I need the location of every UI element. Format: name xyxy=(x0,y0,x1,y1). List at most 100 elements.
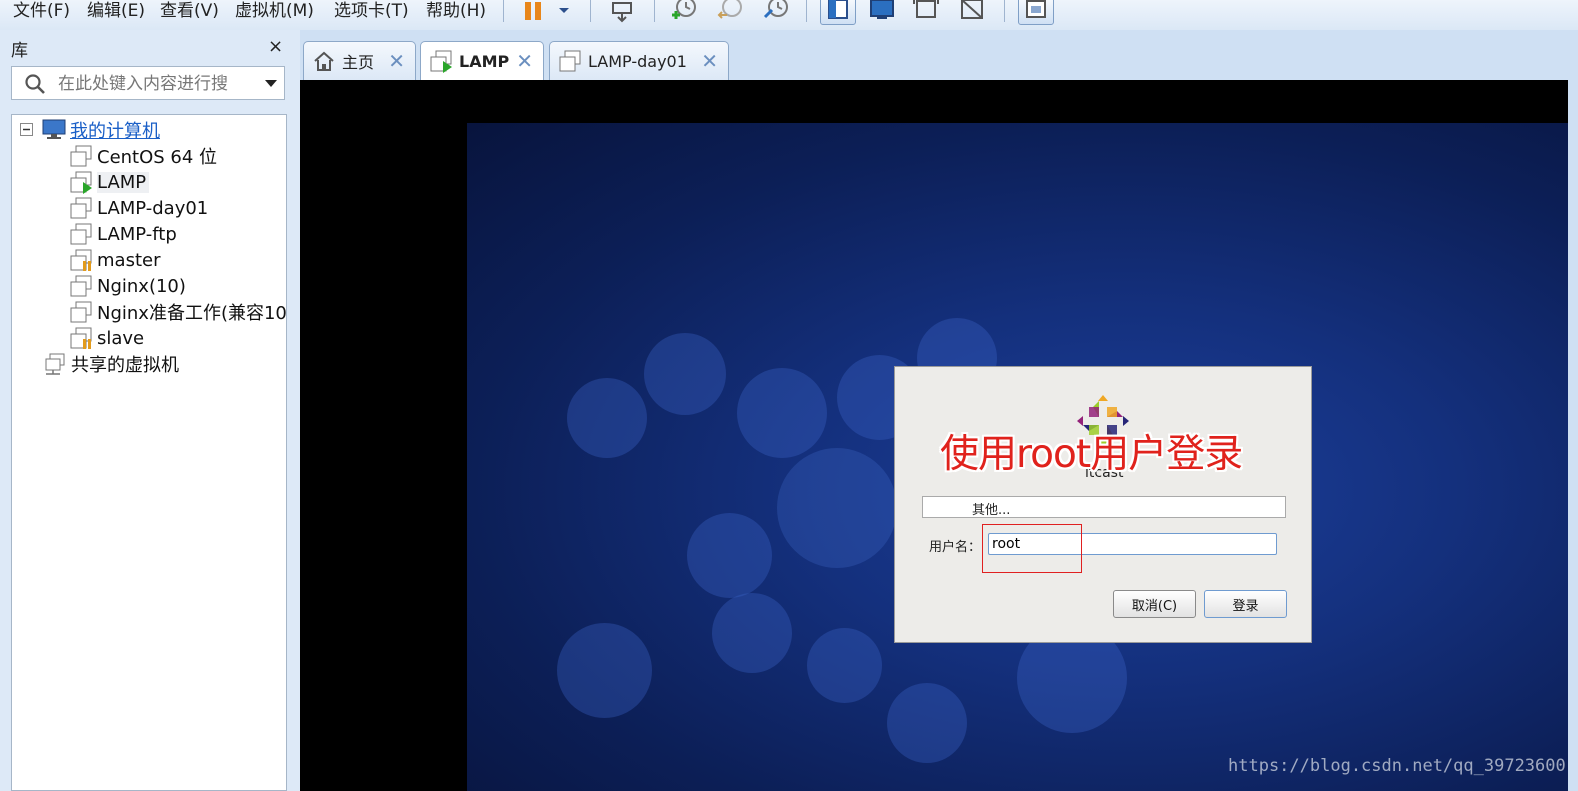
console-view-icon xyxy=(870,0,894,19)
bokeh-decoration xyxy=(737,368,827,458)
toolbar-separator xyxy=(654,0,655,22)
search-dropdown-icon[interactable] xyxy=(264,78,278,90)
library-panel: 库 × 我的计算机 CentOS 64 位 LAMP LAMP-day01 xyxy=(0,30,300,791)
bokeh-decoration xyxy=(644,333,726,415)
console-view-button[interactable] xyxy=(864,0,900,26)
vm-label[interactable]: LAMP-day01 xyxy=(97,198,208,219)
cancel-button[interactable]: 取消(C) xyxy=(1113,590,1196,618)
vm-label[interactable]: Nginx准备工作(兼容10 xyxy=(97,299,286,325)
other-user-list-item[interactable]: 其他... xyxy=(922,496,1286,518)
shared-vms-label[interactable]: 共享的虚拟机 xyxy=(71,351,179,377)
search-icon xyxy=(25,74,45,94)
menu-view[interactable]: 查看(V) xyxy=(160,0,219,21)
library-search-input[interactable] xyxy=(56,71,250,97)
vm-label[interactable]: slave xyxy=(97,328,144,349)
guest-login-dialog: itcast 使用root用户登录 其他... 用户名： 取消(C) 登录 xyxy=(894,366,1312,643)
watermark-text: https://blog.csdn.net/qq_39723600 xyxy=(1228,756,1566,776)
other-user-label: 其他... xyxy=(972,503,1011,518)
bokeh-decoration xyxy=(777,448,897,568)
toolbar-separator xyxy=(806,0,807,22)
thumbnail-view-button[interactable] xyxy=(1016,0,1056,26)
tree-root-label[interactable]: 我的计算机 xyxy=(70,117,160,143)
menu-edit[interactable]: 编辑(E) xyxy=(87,0,145,21)
vm-icon xyxy=(69,144,93,168)
tab-bar: 主页 ✕ LAMP ✕ LAMP-day01 ✕ xyxy=(300,30,1578,80)
vm-label[interactable]: LAMP xyxy=(97,171,150,193)
home-icon xyxy=(312,49,336,73)
suspend-button[interactable] xyxy=(520,0,546,26)
vm-icon xyxy=(69,196,93,220)
menu-help[interactable]: 帮助(H) xyxy=(426,0,486,21)
tab-lamp[interactable]: LAMP ✕ xyxy=(420,41,544,80)
bokeh-decoration xyxy=(567,378,647,458)
tree-vm-nginx10[interactable]: Nginx(10) xyxy=(69,274,186,298)
vm-label[interactable]: CentOS 64 位 xyxy=(97,143,217,169)
toolbar-separator xyxy=(1004,0,1005,22)
vm-icon xyxy=(69,222,93,246)
send-ctrl-alt-del-button[interactable] xyxy=(604,0,640,26)
username-input[interactable] xyxy=(988,533,1277,555)
power-dropdown-button[interactable] xyxy=(554,0,574,26)
library-view-icon xyxy=(828,0,848,19)
tree-vm-master[interactable]: master xyxy=(69,248,160,272)
bokeh-decoration xyxy=(687,513,772,598)
menu-vm[interactable]: 虚拟机(M) xyxy=(235,0,314,21)
tab-close-button[interactable]: ✕ xyxy=(701,49,718,73)
library-search-box xyxy=(11,66,285,100)
snapshot-manager-icon xyxy=(763,0,788,19)
tree-vm-nginx-prep[interactable]: Nginx准备工作(兼容10 xyxy=(69,299,286,325)
snapshot-revert-icon xyxy=(717,0,742,19)
vm-label[interactable]: Nginx(10) xyxy=(97,276,186,297)
fullscreen-button[interactable] xyxy=(908,0,944,26)
collapse-icon[interactable] xyxy=(20,123,34,137)
window-right-edge xyxy=(1568,80,1578,791)
username-label: 用户名： xyxy=(929,540,982,555)
library-tree: 我的计算机 CentOS 64 位 LAMP LAMP-day01 LAMP-f… xyxy=(11,114,287,791)
tab-lamp-day01[interactable]: LAMP-day01 ✕ xyxy=(549,41,729,80)
vm-suspended-icon xyxy=(69,326,93,350)
toolbar-separator xyxy=(503,0,504,22)
tab-label: LAMP xyxy=(459,51,510,71)
fullscreen-icon xyxy=(913,0,939,18)
revert-snapshot-button[interactable] xyxy=(712,0,748,26)
tree-vm-lamp[interactable]: LAMP xyxy=(69,170,150,194)
vm-suspended-icon xyxy=(69,248,93,272)
toolbar-separator xyxy=(590,0,591,22)
vm-icon xyxy=(558,49,582,73)
snapshot-take-icon xyxy=(672,0,696,19)
vm-running-icon xyxy=(69,170,93,194)
snapshot-manager-button[interactable] xyxy=(758,0,794,26)
dropdown-icon xyxy=(559,8,569,13)
login-button[interactable]: 登录 xyxy=(1204,590,1287,618)
tab-close-button[interactable]: ✕ xyxy=(516,49,533,73)
tree-vm-lamp-day01[interactable]: LAMP-day01 xyxy=(69,196,208,220)
tree-vm-centos[interactable]: CentOS 64 位 xyxy=(69,144,217,168)
menu-toolbar-bar: 文件(F) 编辑(E) 查看(V) 虚拟机(M) 选项卡(T) 帮助(H) xyxy=(0,0,1578,31)
vm-label[interactable]: master xyxy=(97,250,160,271)
tab-close-button[interactable]: ✕ xyxy=(388,49,405,73)
library-title: 库 xyxy=(11,41,28,61)
bokeh-decoration xyxy=(887,683,967,763)
menu-tabs[interactable]: 选项卡(T) xyxy=(334,0,409,21)
bokeh-decoration xyxy=(557,623,652,718)
menu-file[interactable]: 文件(F) xyxy=(13,0,70,21)
suspend-icon xyxy=(525,2,541,20)
thumbnail-view-icon xyxy=(1026,0,1046,18)
bokeh-decoration xyxy=(807,628,882,703)
tree-vm-slave[interactable]: slave xyxy=(69,326,144,350)
tree-vm-lamp-ftp[interactable]: LAMP-ftp xyxy=(69,222,177,246)
vm-running-icon xyxy=(429,49,453,73)
library-close-button[interactable]: × xyxy=(268,36,283,57)
shared-vms-icon xyxy=(43,352,67,376)
unity-icon xyxy=(961,0,983,19)
unity-button[interactable] xyxy=(954,0,990,26)
vm-icon xyxy=(69,300,93,324)
library-view-button[interactable] xyxy=(818,0,858,26)
vm-label[interactable]: LAMP-ftp xyxy=(97,224,177,245)
take-snapshot-button[interactable] xyxy=(666,0,702,26)
tab-home[interactable]: 主页 ✕ xyxy=(303,41,416,80)
tree-shared-vms[interactable]: 共享的虚拟机 xyxy=(43,352,179,376)
vm-icon xyxy=(69,274,93,298)
tree-root-my-computer[interactable]: 我的计算机 xyxy=(20,118,160,142)
annotation-overlay: 使用root用户登录 xyxy=(940,432,1243,477)
